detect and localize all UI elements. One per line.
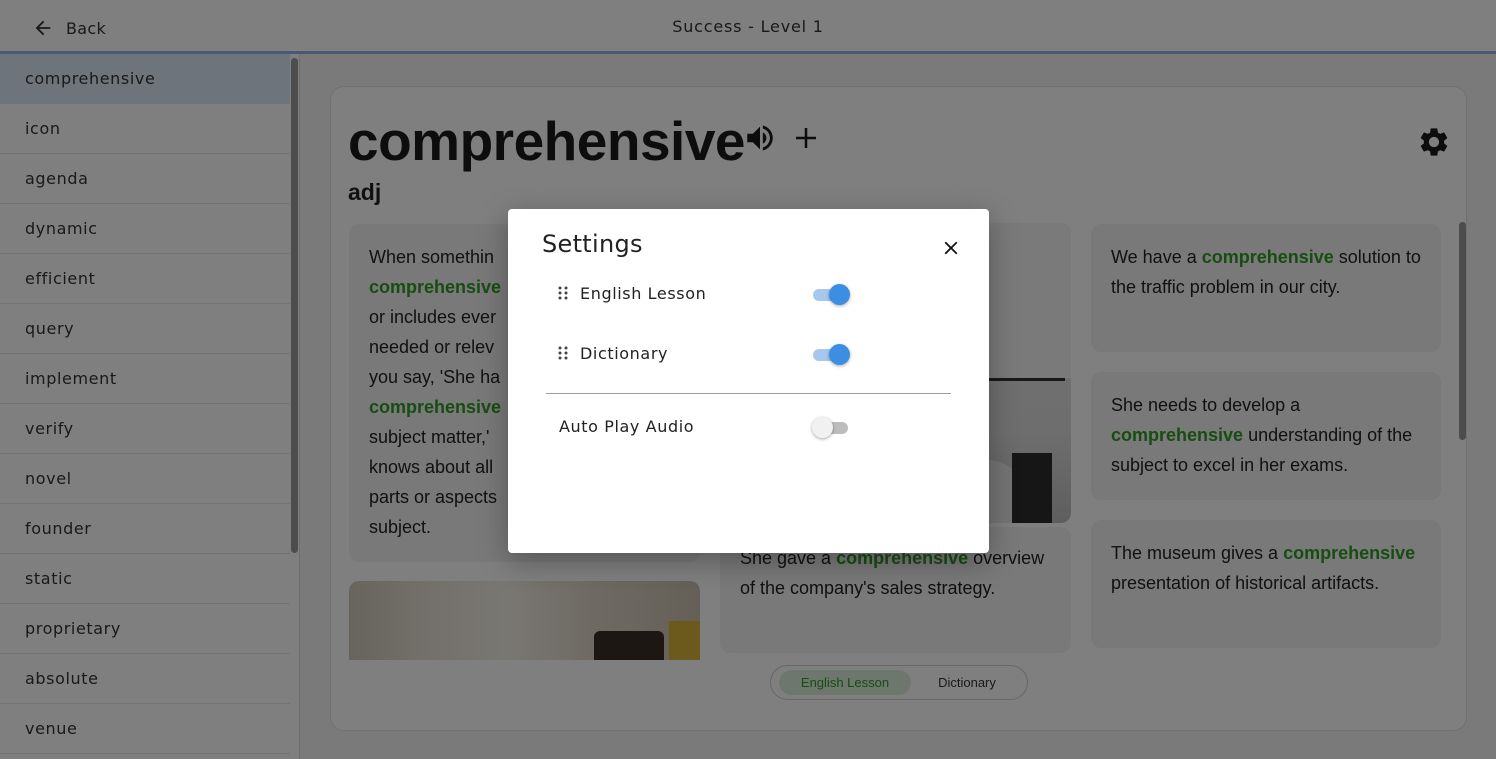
settings-divider [546,393,951,394]
close-icon[interactable] [940,237,962,259]
dialog-title: Settings [542,230,643,258]
settings-row-auto-play: Auto Play Audio [559,411,859,441]
settings-dialog: Settings English Lesson Dictionary Auto … [508,209,989,553]
drag-handle-icon[interactable] [556,285,570,301]
settings-row-dictionary: Dictionary [556,338,856,368]
drag-handle-icon[interactable] [556,345,570,361]
toggle-knob [829,284,850,305]
settings-row-label: English Lesson [580,283,707,303]
english-lesson-toggle[interactable] [813,282,850,305]
auto-play-toggle[interactable] [812,415,850,438]
settings-row-label: Dictionary [580,343,669,363]
dictionary-toggle[interactable] [813,342,850,365]
toggle-knob [812,417,833,438]
toggle-knob [829,344,850,365]
settings-row-english-lesson: English Lesson [556,278,856,308]
settings-row-label: Auto Play Audio [559,416,695,436]
